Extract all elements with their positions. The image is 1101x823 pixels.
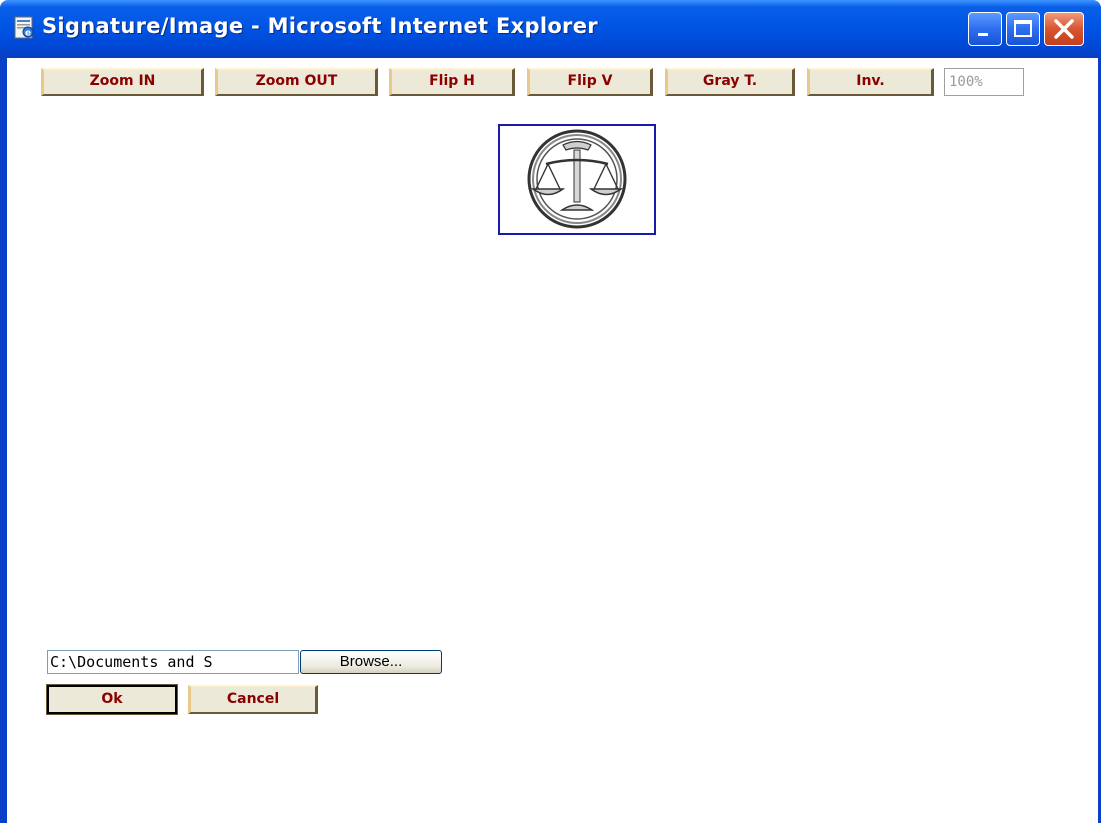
maximize-icon xyxy=(1014,20,1032,37)
flip-h-button[interactable]: Flip H xyxy=(389,68,515,96)
flip-v-button[interactable]: Flip V xyxy=(527,68,653,96)
ie-page-icon: e xyxy=(14,16,34,39)
window-title: Signature/Image - Microsoft Internet Exp… xyxy=(42,14,598,38)
ok-button[interactable]: Ok xyxy=(46,684,178,715)
zoom-out-button[interactable]: Zoom OUT xyxy=(215,68,378,96)
title-bar[interactable]: e Signature/Image - Microsoft Internet E… xyxy=(0,0,1101,58)
browser-window: e Signature/Image - Microsoft Internet E… xyxy=(0,0,1101,823)
svg-text:e: e xyxy=(25,29,31,39)
browse-button[interactable]: Browse... xyxy=(300,650,442,674)
invert-button[interactable]: Inv. xyxy=(807,68,934,96)
scales-of-justice-seal-icon xyxy=(527,129,627,229)
cancel-button[interactable]: Cancel xyxy=(188,685,318,714)
close-button[interactable] xyxy=(1044,12,1084,46)
maximize-button[interactable] xyxy=(1006,12,1040,46)
zoom-level-display: 100% xyxy=(944,68,1024,96)
minimize-icon xyxy=(978,33,988,36)
file-path-input[interactable]: C:\Documents and S xyxy=(47,650,299,674)
close-icon xyxy=(1054,19,1074,39)
signature-image-preview[interactable] xyxy=(498,124,656,235)
gray-tone-button[interactable]: Gray T. xyxy=(665,68,795,96)
zoom-in-button[interactable]: Zoom IN xyxy=(41,68,204,96)
minimize-button[interactable] xyxy=(968,12,1002,46)
window-frame-left xyxy=(0,58,7,823)
